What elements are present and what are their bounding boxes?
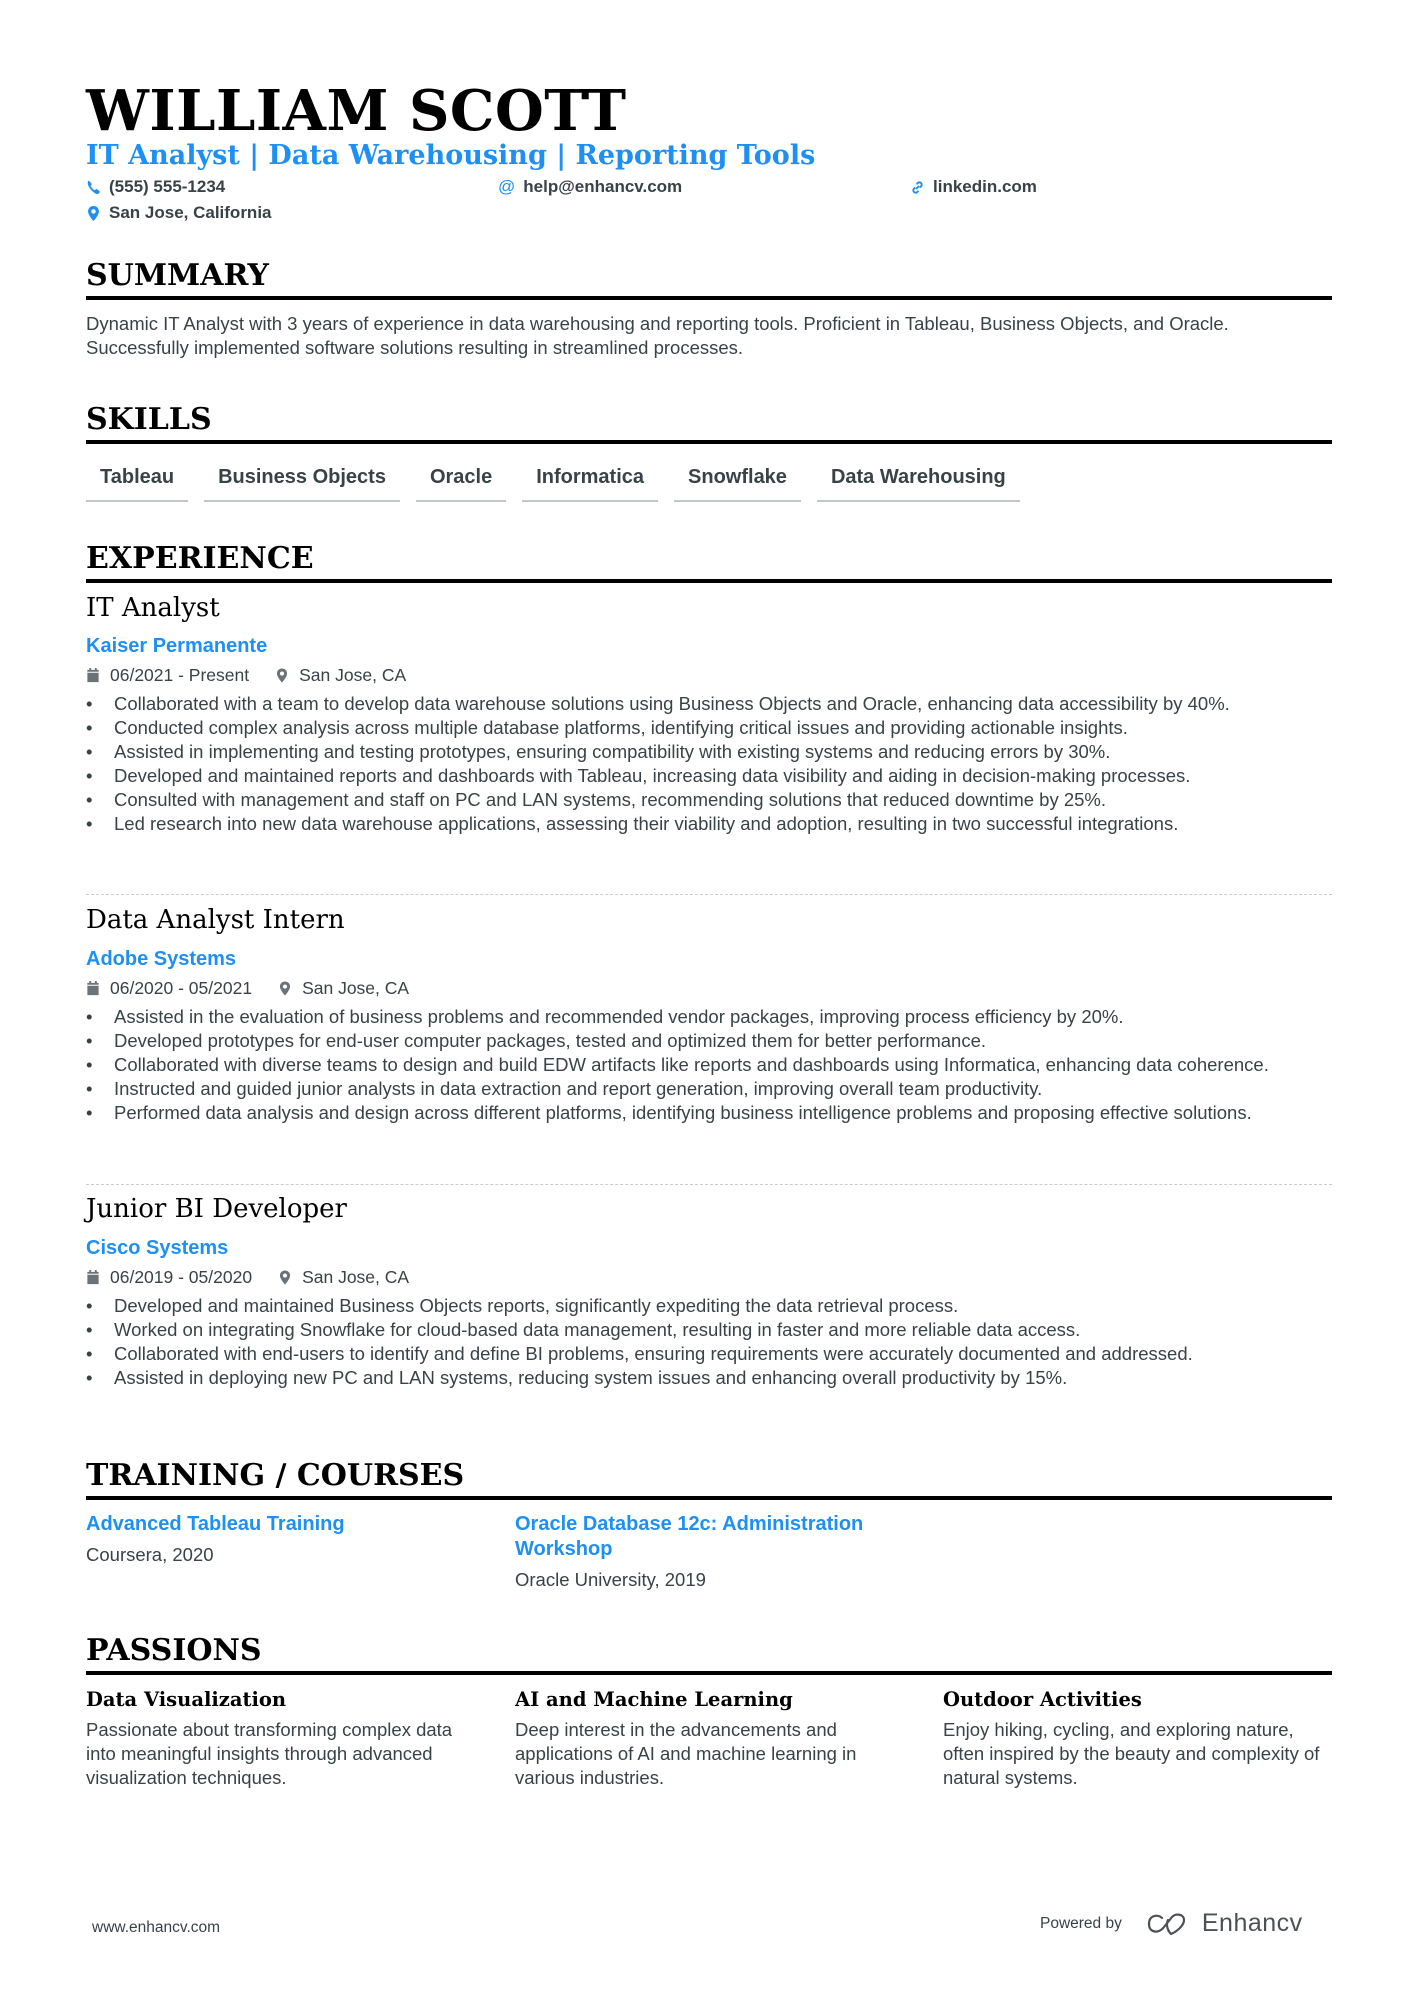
bullet-item: Led research into new data warehouse app… <box>86 812 1332 836</box>
job-meta: 06/2021 - Present San Jose, CA <box>86 664 406 686</box>
skill-tag: Business Objects <box>204 460 400 502</box>
job-meta: 06/2020 - 05/2021 San Jose, CA <box>86 977 409 999</box>
footer-branding[interactable]: Powered by Enhancv <box>1040 1909 1303 1938</box>
job-location: San Jose, CA <box>275 664 406 686</box>
job-title: Junior BI Developer <box>86 1194 347 1224</box>
bullet-item: Developed and maintained reports and das… <box>86 764 1332 788</box>
passions-divider <box>86 1671 1332 1675</box>
location-text: San Jose, California <box>109 203 272 222</box>
phone-text: (555) 555-1234 <box>109 177 226 196</box>
summary-divider <box>86 296 1332 300</box>
training-divider <box>86 1496 1332 1500</box>
skill-tag: Tableau <box>86 460 189 502</box>
job-location-text: San Jose, CA <box>302 1267 410 1287</box>
link-icon <box>912 180 923 194</box>
contact-phone: (555) 555-1234 <box>86 176 225 198</box>
summary-heading: SUMMARY <box>86 258 269 293</box>
enhancv-logo-icon <box>1147 1913 1185 1935</box>
job-location-text: San Jose, CA <box>299 665 407 685</box>
job-location: San Jose, CA <box>278 1266 409 1288</box>
bullet-item: Developed prototypes for end-user comput… <box>86 1029 1332 1053</box>
bullet-item: Collaborated with diverse teams to desig… <box>86 1053 1332 1077</box>
contact-location: San Jose, California <box>86 202 272 224</box>
training-heading: TRAINING / COURSES <box>86 1458 465 1493</box>
footer-website-link[interactable]: www.enhancv.com <box>92 1919 220 1937</box>
phone-icon <box>87 180 100 194</box>
passions-heading: PASSIONS <box>86 1633 262 1668</box>
job-location-text: San Jose, CA <box>302 978 410 998</box>
bullet-item: Consulted with management and staff on P… <box>86 788 1332 812</box>
job-dates: 06/2020 - 05/2021 <box>110 978 253 998</box>
skill-tag: Snowflake <box>674 460 801 502</box>
job-location: San Jose, CA <box>278 977 409 999</box>
passion-title: Data Visualization <box>86 1688 287 1711</box>
skills-divider <box>86 440 1332 444</box>
course-title: Advanced Tableau Training <box>86 1513 345 1535</box>
linkedin-link[interactable]: linkedin.com <box>933 176 1037 198</box>
job-dates: 06/2021 - Present <box>110 665 250 685</box>
location-pin-icon <box>280 1270 291 1284</box>
course-provider: Coursera, 2020 <box>86 1544 214 1565</box>
calendar-icon <box>87 1269 99 1284</box>
bullet-item: Developed and maintained Business Object… <box>86 1294 1332 1318</box>
candidate-title: IT Analyst | Data Warehousing | Reportin… <box>86 140 816 171</box>
course-title: Oracle Database 12c: Administration Work… <box>515 1513 864 1560</box>
company-name: Kaiser Permanente <box>86 635 268 657</box>
experience-divider <box>86 579 1332 583</box>
course-provider: Oracle University, 2019 <box>515 1569 706 1590</box>
job-separator <box>86 1184 1332 1185</box>
location-pin-icon <box>277 668 288 682</box>
bullet-item: Performed data analysis and design acros… <box>86 1101 1332 1125</box>
bullet-item: Assisted in implementing and testing pro… <box>86 740 1332 764</box>
passion-title: AI and Machine Learning <box>515 1688 793 1711</box>
passion-title: Outdoor Activities <box>943 1688 1142 1711</box>
job-dates: 06/2019 - 05/2020 <box>110 1267 253 1287</box>
skills-list: Tableau Business Objects Oracle Informat… <box>86 460 1020 502</box>
job-title: Data Analyst Intern <box>86 905 345 935</box>
calendar-icon <box>87 667 99 682</box>
job-bullets: Assisted in the evaluation of business p… <box>86 1005 1332 1125</box>
bullet-item: Conducted complex analysis across multip… <box>86 716 1332 740</box>
company-name: Adobe Systems <box>86 948 237 970</box>
bullet-item: Worked on integrating Snowflake for clou… <box>86 1318 1332 1342</box>
bullet-item: Assisted in deploying new PC and LAN sys… <box>86 1366 1332 1390</box>
passion-text: Passionate about transforming complex da… <box>86 1719 453 1788</box>
contact-linkedin[interactable]: linkedin.com <box>910 176 1037 198</box>
company-name: Cisco Systems <box>86 1237 229 1259</box>
bullet-item: Collaborated with a team to develop data… <box>86 692 1332 716</box>
job-bullets: Collaborated with a team to develop data… <box>86 692 1332 836</box>
location-pin-icon <box>88 205 99 221</box>
skill-tag: Informatica <box>522 460 659 502</box>
bullet-item: Instructed and guided junior analysts in… <box>86 1077 1332 1101</box>
bullet-item: Assisted in the evaluation of business p… <box>86 1005 1332 1029</box>
brand-name: Enhancv <box>1201 1909 1303 1937</box>
summary-text: Dynamic IT Analyst with 3 years of exper… <box>86 313 1229 358</box>
skills-heading: SKILLS <box>86 402 212 437</box>
at-icon: @ <box>498 177 516 196</box>
job-separator <box>86 894 1332 895</box>
bullet-item: Collaborated with end-users to identify … <box>86 1342 1332 1366</box>
experience-heading: EXPERIENCE <box>86 541 314 576</box>
job-meta: 06/2019 - 05/2020 San Jose, CA <box>86 1266 409 1288</box>
job-bullets: Developed and maintained Business Object… <box>86 1294 1332 1390</box>
passion-text: Deep interest in the advancements and ap… <box>515 1719 857 1788</box>
skill-tag: Oracle <box>415 460 507 502</box>
contact-email[interactable]: @ help@enhancv.com <box>498 176 682 198</box>
candidate-name: WILLIAM SCOTT <box>86 78 627 144</box>
location-pin-icon <box>280 981 291 995</box>
email-link[interactable]: help@enhancv.com <box>523 176 682 198</box>
powered-by-label: Powered by <box>1040 1914 1122 1932</box>
enhancv-logo[interactable]: Enhancv <box>1146 1909 1303 1938</box>
job-title: IT Analyst <box>86 593 220 623</box>
calendar-icon <box>87 980 99 995</box>
passion-text: Enjoy hiking, cycling, and exploring nat… <box>943 1719 1320 1788</box>
skill-tag: Data Warehousing <box>816 460 1020 502</box>
